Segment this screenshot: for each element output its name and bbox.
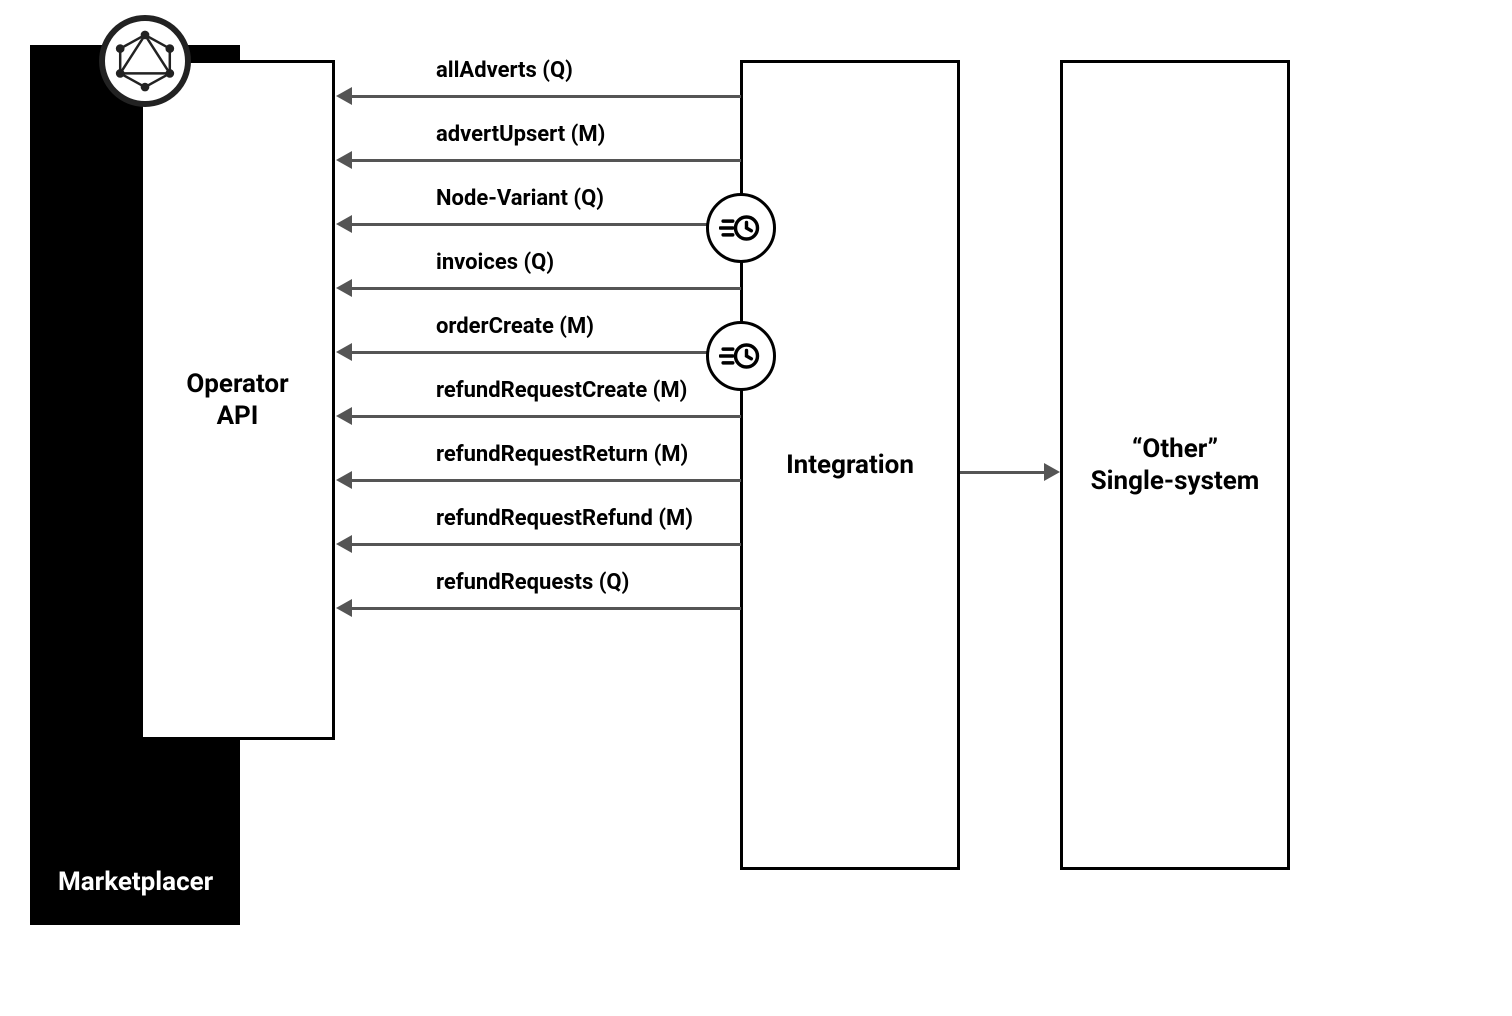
api-arrow-label: refundRequestReturn (M) <box>436 442 688 467</box>
arrow-shaft <box>960 471 1044 474</box>
speed-clock-icon-svg <box>719 334 763 378</box>
api-arrow-line <box>336 343 741 361</box>
arrow-shaft <box>352 543 741 546</box>
graphql-icon <box>99 15 191 107</box>
diagram-canvas: Marketplacer Operator API Int <box>0 0 1512 1016</box>
other-system-label: “Other” Single-system <box>1091 433 1260 498</box>
api-arrow: Node-Variant (Q) <box>336 186 741 233</box>
integration-box: Integration <box>740 60 960 870</box>
speed-clock-icon <box>706 193 776 263</box>
operator-api-label: Operator API <box>186 368 288 433</box>
api-arrow-line <box>336 599 741 617</box>
api-arrow: refundRequestReturn (M) <box>336 442 741 489</box>
arrow-shaft <box>352 95 741 98</box>
other-system-box: “Other” Single-system <box>1060 60 1290 870</box>
api-arrow-label: refundRequests (Q) <box>436 570 629 595</box>
graphql-icon-svg <box>114 30 176 92</box>
arrow-head-left <box>336 471 352 489</box>
arrow-head-left <box>336 343 352 361</box>
api-arrow-line <box>336 87 741 105</box>
arrow-head-left <box>336 87 352 105</box>
api-arrow-line <box>336 535 741 553</box>
arrow-head-left <box>336 151 352 169</box>
api-arrow-label: advertUpsert (M) <box>436 122 605 147</box>
speed-clock-icon <box>706 321 776 391</box>
operator-api-box: Operator API <box>140 60 335 740</box>
arrow-head-right <box>1044 463 1060 481</box>
api-arrow-line <box>336 407 741 425</box>
arrow-shaft <box>352 415 741 418</box>
arrow-head-left <box>336 407 352 425</box>
marketplacer-label: Marketplacer <box>58 867 213 897</box>
integration-label: Integration <box>786 450 914 480</box>
api-arrow: allAdverts (Q) <box>336 58 741 105</box>
api-arrow: advertUpsert (M) <box>336 122 741 169</box>
arrow-head-left <box>336 535 352 553</box>
arrow-shaft <box>352 479 741 482</box>
api-arrow-label: invoices (Q) <box>436 250 554 275</box>
arrow-shaft <box>352 223 741 226</box>
api-arrow: refundRequestCreate (M) <box>336 378 741 425</box>
api-arrow-label: orderCreate (M) <box>436 314 594 339</box>
api-arrow-label: allAdverts (Q) <box>436 58 573 83</box>
arrow-shaft <box>352 607 741 610</box>
speed-clock-icon-svg <box>719 206 763 250</box>
api-arrow-label: Node-Variant (Q) <box>436 186 604 211</box>
arrow-head-left <box>336 215 352 233</box>
integration-to-other-arrow <box>960 463 1060 481</box>
arrow-head-left <box>336 279 352 297</box>
arrow-shaft <box>352 351 741 354</box>
api-arrow-line <box>336 471 741 489</box>
api-arrow: orderCreate (M) <box>336 314 741 361</box>
api-arrow-line <box>336 215 741 233</box>
arrow-shaft <box>352 287 741 290</box>
api-arrow-label: refundRequestCreate (M) <box>436 378 687 403</box>
api-arrow: invoices (Q) <box>336 250 741 297</box>
api-arrow-line <box>336 279 741 297</box>
api-arrow-label: refundRequestRefund (M) <box>436 506 693 531</box>
arrow-shaft <box>352 159 741 162</box>
arrow-head-left <box>336 599 352 617</box>
api-arrow: refundRequests (Q) <box>336 570 741 617</box>
api-arrow-line <box>336 151 741 169</box>
api-arrow: refundRequestRefund (M) <box>336 506 741 553</box>
